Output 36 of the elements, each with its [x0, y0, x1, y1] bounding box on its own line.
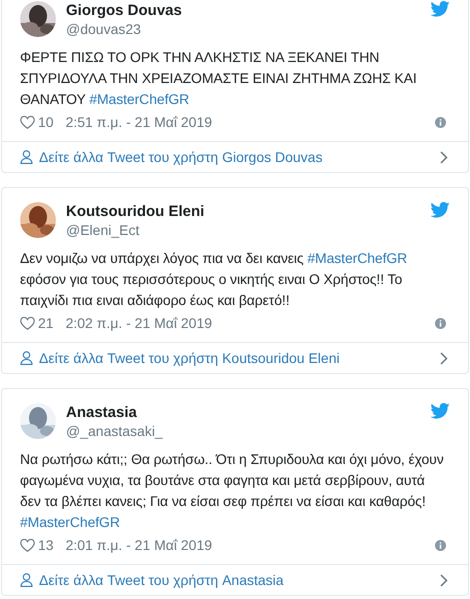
user-handle[interactable]: @_anastasaki_ — [66, 422, 420, 440]
chevron-icon — [440, 574, 448, 586]
chevron-icon — [440, 150, 448, 164]
heart-icon[interactable] — [20, 115, 35, 129]
info-icon[interactable] — [435, 116, 446, 128]
tweet-time[interactable]: 2:01 π.μ. - 21 Μαΐ 2019 — [66, 534, 212, 556]
user-handle[interactable]: @Eleni_Ect — [66, 221, 420, 239]
heart-icon[interactable] — [20, 538, 35, 552]
tweet-text: Να ρωτήσω κάτι;; Θα ρωτήσω.. Ότι η Σπυριδουλα και όχι μόνο, έχουν φαγωμένα νυχια, τα βουτάνε στα φαγητα και μετά σερβίρουν, αυτά δεν τα βλέπει κανεις; Για να είσαι σεφ πρέπει να είσαι και καθαρός! #MasterChefGR — [20, 450, 445, 532]
like-count: 21 — [38, 314, 54, 332]
user-name[interactable]: Koutsouridou Eleni — [66, 202, 420, 221]
hashtag-link[interactable]: #MasterChefGR — [20, 514, 120, 530]
person-icon — [20, 573, 33, 587]
heart-icon[interactable] — [20, 316, 35, 330]
tweet-text: ΦΕΡΤΕ ΠΙΣΩ ΤΟ ΟΡΚ ΤΗΝ ΑΛΚΗΣΤΙΣ ΝΑ ΞΕΚΑΝΕΙ ΤΗΝ ΣΠΥΡΙΔΟΥΛΑ ΤΗΝ ΧΡΕΙΑΖΟΜΑΣΤΕ ΕΙΝΑΙ ΖΗΤΗΜΑ ΖΩΗΣ ΚΑΙ ΘΑΝΑΤΟΥ #MasterChefGR — [20, 48, 418, 109]
more-tweets-link[interactable]: Δείτε άλλα Tweet του χρήστη Giorgos Douvas — [2, 141, 468, 172]
bird-icon — [430, 202, 450, 218]
info-icon[interactable] — [435, 540, 446, 550]
like-count: 13 — [38, 536, 54, 554]
user-name[interactable]: Anastasia — [66, 403, 420, 422]
person-icon — [20, 351, 33, 365]
like-count: 10 — [38, 112, 54, 132]
tweet-text: Δεν νομιζω να υπάρχει λόγος πια να δει κανεις #MasterChefGR εφόσον για τους περισσότερους ο νικητής ειναι Ο Χρήστος!! Το παιχνίδι πια ειναι αδιάφορο έως και βαρετό!! — [20, 249, 408, 310]
more-tweets-link[interactable]: Δείτε άλλα Tweet του χρήστη Anastasia — [2, 564, 468, 595]
hashtag-link[interactable]: #MasterChefGR — [89, 91, 190, 107]
tweet-time[interactable]: 2:51 π.μ. - 21 Μαΐ 2019 — [66, 112, 212, 132]
more-tweets-link[interactable]: Δείτε άλλα Tweet του χρήστη Koutsouridou Eleni — [2, 342, 468, 373]
tweet-time[interactable]: 2:02 π.μ. - 21 Μαΐ 2019 — [66, 312, 212, 334]
chevron-icon — [440, 352, 448, 364]
bird-icon — [430, 403, 450, 419]
user-handle[interactable]: @douvas23 — [66, 20, 420, 38]
person-icon — [20, 150, 33, 164]
bird-icon — [430, 1, 450, 17]
user-name[interactable]: Giorgos Douvas — [66, 1, 420, 20]
hashtag-link[interactable]: #MasterChefGR — [307, 250, 408, 266]
info-icon[interactable] — [435, 318, 446, 328]
